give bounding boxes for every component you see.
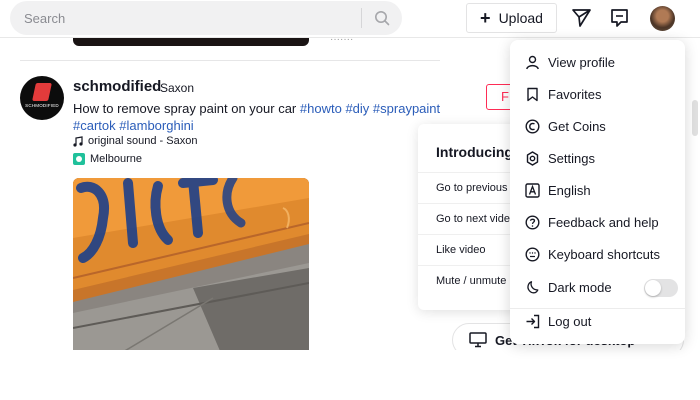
language-icon [524,182,540,198]
scrollbar[interactable] [692,100,698,136]
search-icon [375,11,390,26]
upload-button[interactable]: + Upload [466,3,557,33]
user-avatar[interactable] [650,6,675,31]
logout-icon [526,314,539,328]
hashtag-link[interactable]: #cartok [73,118,116,133]
profile-dropdown-menu: View profile Favorites Get Coins Setting… [510,40,685,344]
menu-item-label: Get Coins [548,118,606,134]
post-divider [20,60,440,61]
avatar-logo-text: SCHMODIFIED [25,103,59,108]
search-button[interactable] [362,1,402,35]
kbd-panel-title: Introducing [436,144,513,160]
menu-item-settings[interactable]: Settings [510,142,685,174]
hashtag-link[interactable]: #lamborghini [119,118,193,133]
top-bar: + Upload [0,0,700,38]
menu-item-language[interactable]: English [510,174,685,206]
monitor-icon [469,332,487,348]
menu-item-get-coins[interactable]: Get Coins [510,110,685,142]
post-location[interactable]: Melbourne [73,153,142,165]
paper-plane-icon[interactable] [571,8,592,28]
post-author-name[interactable]: schmodified [73,78,161,95]
message-icon[interactable] [610,8,629,28]
menu-item-label: Dark mode [548,279,612,295]
hashtag-link[interactable]: #spraypaint [373,101,440,116]
avatar-logo-mark [32,83,52,101]
menu-item-label: Settings [548,150,595,166]
sound-label: original sound - Saxon [88,135,198,147]
coin-icon [524,118,540,134]
video-player[interactable] [73,178,309,358]
location-label: Melbourne [90,153,142,165]
moon-icon [526,280,538,293]
post-author-nickname[interactable]: Saxon [160,81,194,95]
menu-item-dark-mode[interactable]: Dark mode [510,271,685,303]
music-note-icon [73,135,83,147]
menu-item-keyboard-shortcuts[interactable]: Keyboard shortcuts [510,238,685,270]
menu-item-feedback-help[interactable]: Feedback and help [510,206,685,238]
hashtag-link[interactable]: #howto [300,101,342,116]
location-pin-icon [73,153,85,165]
menu-item-label: View profile [548,54,615,70]
help-icon [524,214,540,230]
post-sound[interactable]: original sound - Saxon [73,135,197,147]
post-author-avatar[interactable]: SCHMODIFIED [20,76,64,120]
toggle-knob [645,280,661,296]
caption-text: How to remove spray paint on your car [73,101,300,116]
menu-item-label: Keyboard shortcuts [548,246,661,262]
dark-mode-toggle[interactable] [644,279,678,297]
menu-item-favorites[interactable]: Favorites [510,78,685,110]
bookmark-icon [526,87,538,101]
upload-label: Upload [498,10,543,26]
hashtag-link[interactable]: #diy [345,101,369,116]
menu-item-label: English [548,182,591,198]
post-caption: How to remove spray paint on your car #h… [73,100,453,134]
menu-item-view-profile[interactable]: View profile [510,46,685,78]
plus-icon: + [480,8,491,28]
menu-item-label: Log out [548,313,592,329]
search-bar [10,1,402,35]
person-icon [525,55,539,69]
menu-item-log-out[interactable]: Log out [510,305,685,337]
keyboard-icon [524,246,540,262]
page-bottom-area [0,350,700,400]
menu-item-label: Favorites [548,86,602,102]
gear-icon [526,150,538,166]
search-input[interactable] [10,1,361,35]
video-frame [73,178,309,358]
menu-item-label: Feedback and help [548,214,659,230]
